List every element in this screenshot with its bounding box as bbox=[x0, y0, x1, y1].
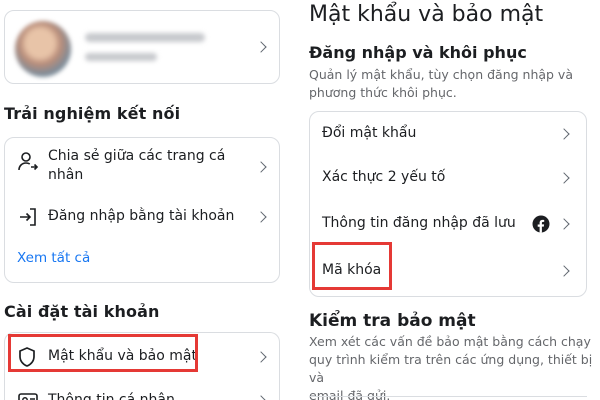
chevron-right-icon bbox=[255, 395, 267, 400]
menu-item-change-password[interactable]: Đổi mật khẩu bbox=[310, 112, 588, 156]
page-title: Mật khẩu và bảo mật bbox=[309, 2, 544, 27]
chevron-right-icon bbox=[558, 265, 570, 277]
highlight-passkey bbox=[312, 242, 392, 290]
chevron-right-icon bbox=[255, 161, 267, 173]
card-top-edge bbox=[309, 396, 587, 397]
facebook-icon bbox=[532, 215, 550, 233]
account-item-personal-info[interactable]: Thông tin cá nhân bbox=[5, 385, 281, 400]
highlight-password-security bbox=[8, 334, 198, 372]
description-line: email đã gửi. bbox=[309, 388, 391, 400]
id-card-icon bbox=[18, 393, 38, 400]
menu-item-saved-login[interactable]: Thông tin đăng nhập đã lưu bbox=[310, 202, 588, 246]
chevron-right-icon bbox=[558, 218, 570, 230]
login-recovery-title: Đăng nhập và khôi phục bbox=[309, 43, 527, 62]
see-all-link[interactable]: Xem tất cả bbox=[17, 250, 90, 266]
menu-item-label: Xác thực 2 yếu tố bbox=[322, 169, 446, 185]
security-check-description: Xem xét các vấn đề bảo mật bằng cách chạ… bbox=[309, 333, 599, 400]
experience-item-label: Chia sẻ giữa các trang cá nhân bbox=[48, 148, 226, 183]
description-line: phương thức khôi phục. bbox=[309, 85, 457, 100]
chevron-right-icon bbox=[255, 41, 267, 53]
menu-item-two-factor[interactable]: Xác thực 2 yếu tố bbox=[310, 156, 588, 200]
person-share-icon bbox=[18, 152, 39, 171]
account-item-label: Thông tin cá nhân bbox=[48, 392, 175, 400]
security-check-title: Kiểm tra bảo mật bbox=[309, 311, 476, 331]
description-line: quy trình kiểm tra trên các ứng dụng, th… bbox=[309, 352, 593, 385]
account-settings-title: Cài đặt tài khoản bbox=[4, 302, 160, 321]
login-recovery-description: Quản lý mật khẩu, tùy chọn đăng nhập và … bbox=[309, 66, 594, 102]
experience-card: Chia sẻ giữa các trang cá nhân Đăng nhập… bbox=[4, 137, 280, 283]
chevron-right-icon bbox=[255, 211, 267, 223]
avatar bbox=[15, 21, 71, 77]
login-arrow-icon bbox=[20, 208, 36, 226]
menu-item-label: Đổi mật khẩu bbox=[322, 125, 417, 141]
chevron-right-icon bbox=[255, 351, 267, 363]
menu-item-label: Thông tin đăng nhập đã lưu bbox=[322, 215, 516, 231]
experience-item-share[interactable]: Chia sẻ giữa các trang cá nhân bbox=[5, 138, 281, 198]
chevron-right-icon bbox=[558, 128, 570, 140]
chevron-right-icon bbox=[558, 172, 570, 184]
experience-section-title: Trải nghiệm kết nối bbox=[4, 104, 181, 123]
experience-item-login[interactable]: Đăng nhập bằng tài khoản bbox=[5, 202, 281, 236]
description-line: Quản lý mật khẩu, tùy chọn đăng nhập và bbox=[309, 67, 573, 82]
blurred-profile-name bbox=[85, 33, 205, 42]
description-line: Xem xét các vấn đề bảo mật bằng cách chạ… bbox=[309, 334, 591, 349]
blurred-profile-subtitle bbox=[85, 53, 157, 61]
experience-item-label: Đăng nhập bằng tài khoản bbox=[48, 208, 235, 224]
profile-card[interactable] bbox=[4, 10, 280, 84]
